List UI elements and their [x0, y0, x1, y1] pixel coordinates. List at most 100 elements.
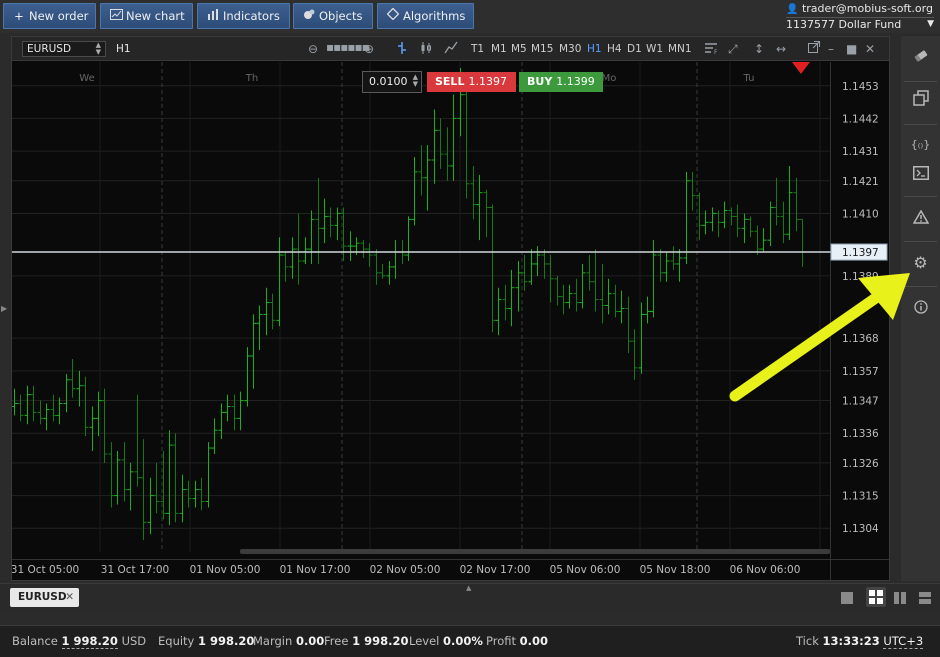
- new-chart-button[interactable]: New chart: [100, 3, 193, 29]
- ohlc-bar: [560, 284, 567, 315]
- tab-eurusd[interactable]: EURUSD ✕: [10, 588, 79, 607]
- zoom-slider-icon[interactable]: ▪▪▪▪▪▪: [326, 39, 370, 55]
- ohlc-bar: [780, 201, 787, 244]
- balance-currency: USD: [121, 634, 147, 648]
- chart-grid: [12, 62, 830, 552]
- collapse-up-icon[interactable]: ▲: [466, 584, 471, 592]
- symbol-value: EURUSD: [27, 43, 72, 55]
- eraser-icon[interactable]: [901, 43, 940, 73]
- layout-grid-icon[interactable]: [866, 587, 886, 607]
- ohlc-bar: [147, 477, 154, 535]
- new-order-button[interactable]: + New order: [3, 3, 96, 29]
- zoom-in-icon[interactable]: ⊕: [364, 41, 374, 57]
- sell-button[interactable]: SELL 1.1397: [427, 72, 516, 92]
- chart-settings-icon[interactable]: F: [704, 41, 718, 59]
- tab-close-icon[interactable]: ✕: [65, 588, 74, 607]
- copy-icon[interactable]: [901, 86, 940, 116]
- ohlc-bar: [179, 474, 186, 523]
- price-tick-label: 1.1431: [842, 146, 879, 158]
- dropdown-arrow-icon[interactable]: ▼: [927, 19, 934, 29]
- sell-label: SELL: [435, 75, 465, 88]
- left-collapse-handle[interactable]: ▶: [1, 304, 7, 313]
- timeframe-m30[interactable]: M30: [559, 43, 581, 55]
- ohlc-bar: [140, 439, 147, 541]
- price-tick-label: 1.1326: [842, 458, 879, 470]
- diagonal-resize-icon[interactable]: ⤢: [728, 41, 738, 57]
- buy-label: BUY: [527, 75, 553, 88]
- ohlc-bar: [599, 263, 606, 324]
- terminal-icon[interactable]: [901, 160, 940, 190]
- algorithms-button[interactable]: Algorithms: [377, 3, 474, 29]
- bar-chart-type-icon[interactable]: [397, 41, 407, 59]
- timeframe-t1[interactable]: T1: [471, 43, 484, 55]
- timeframe-h4[interactable]: H4: [607, 43, 622, 55]
- ohlc-bar: [444, 127, 451, 181]
- shapes-icon: [302, 4, 316, 28]
- time-tick-label: 01 Nov 05:00: [190, 564, 261, 576]
- timeframe-d1[interactable]: D1: [627, 43, 642, 55]
- quantity-input[interactable]: 0.0100 ▲ ▼: [362, 71, 422, 93]
- horizontal-scrollbar: [240, 549, 830, 554]
- layout-rows-icon[interactable]: [918, 591, 932, 605]
- detach-window-icon[interactable]: [808, 41, 820, 57]
- horizontal-resize-icon[interactable]: ↔: [776, 41, 786, 57]
- ohlc-bar: [515, 260, 522, 312]
- equity-item: Equity 1 998.20: [158, 634, 254, 648]
- layout-columns-icon[interactable]: [893, 591, 907, 605]
- symbol-select[interactable]: EURUSD ▲ ▼: [22, 41, 106, 57]
- ohlc-bar: [657, 249, 664, 282]
- divider: [904, 196, 937, 197]
- timeframe-m15[interactable]: M15: [531, 43, 553, 55]
- timeframe-w1[interactable]: W1: [646, 43, 663, 55]
- ohlc-bar: [340, 207, 347, 261]
- code-braces-icon[interactable]: {₍₎}: [901, 130, 940, 160]
- tick-time: 13:33:23: [822, 634, 880, 648]
- info-icon[interactable]: [901, 294, 940, 324]
- timeframe-mn1[interactable]: MN1: [668, 43, 692, 55]
- ohlc-bar: [69, 358, 76, 398]
- ohlc-bar: [50, 394, 57, 422]
- timeframe-m1[interactable]: M1: [491, 43, 507, 55]
- line-chart-type-icon[interactable]: [444, 41, 458, 59]
- price-tick-label: 1.1453: [842, 81, 879, 93]
- right-collapse-handle[interactable]: ▶: [891, 304, 897, 313]
- ohlc-bar: [256, 305, 263, 351]
- indicators-button[interactable]: Indicators: [197, 3, 290, 29]
- timeframe-h1[interactable]: H1: [587, 43, 602, 55]
- candle-chart-type-icon[interactable]: [420, 41, 432, 59]
- ohlc-bar: [773, 177, 780, 226]
- maximize-icon[interactable]: ■: [846, 41, 857, 57]
- objects-button[interactable]: Objects: [293, 3, 373, 29]
- ohlc-bar: [799, 218, 806, 267]
- timezone-selector[interactable]: UTC+3: [883, 634, 924, 649]
- account-menu[interactable]: 👤 trader@mobius-soft.org 1137577 Dollar …: [786, 2, 934, 31]
- ohlc-bar: [470, 165, 477, 220]
- vertical-resize-icon[interactable]: ↕: [754, 41, 764, 57]
- bars-icon: [206, 4, 220, 28]
- ohlc-bar: [392, 240, 399, 279]
- time-tick-label: 01 Nov 17:00: [280, 564, 351, 576]
- ohlc-bar: [424, 145, 431, 211]
- ohlc-bar: [625, 296, 632, 354]
- zoom-out-icon[interactable]: ⊖: [308, 41, 318, 57]
- tab-label: EURUSD: [18, 591, 67, 603]
- timeframe-m5[interactable]: M5: [511, 43, 527, 55]
- spinner-icon[interactable]: ▲ ▼: [413, 74, 418, 88]
- minimize-icon[interactable]: –: [828, 41, 834, 57]
- ohlc-bar: [56, 397, 63, 425]
- price-chart[interactable]: 1.1453 1.1442 1.1431 1.1421 1.1410 1.1389 1.13…: [12, 62, 889, 580]
- close-icon[interactable]: ✕: [865, 41, 875, 57]
- margin-item: Margin 0.00: [253, 634, 324, 648]
- warning-icon[interactable]: [901, 204, 940, 234]
- time-tick-label: 02 Nov 05:00: [370, 564, 441, 576]
- buy-button[interactable]: BUY 1.1399: [519, 72, 603, 92]
- layout-single-icon[interactable]: [840, 591, 854, 605]
- ohlc-bar: [689, 171, 696, 211]
- gear-icon[interactable]: ⚙: [901, 248, 940, 278]
- ohlc-bar: [101, 388, 108, 463]
- price-tick-label: 1.1304: [842, 523, 879, 535]
- ohlc-bar: [30, 385, 37, 422]
- margin-label: Margin: [253, 634, 293, 648]
- price-tick-label: 1.1368: [842, 333, 879, 345]
- ohlc-bar: [741, 213, 748, 244]
